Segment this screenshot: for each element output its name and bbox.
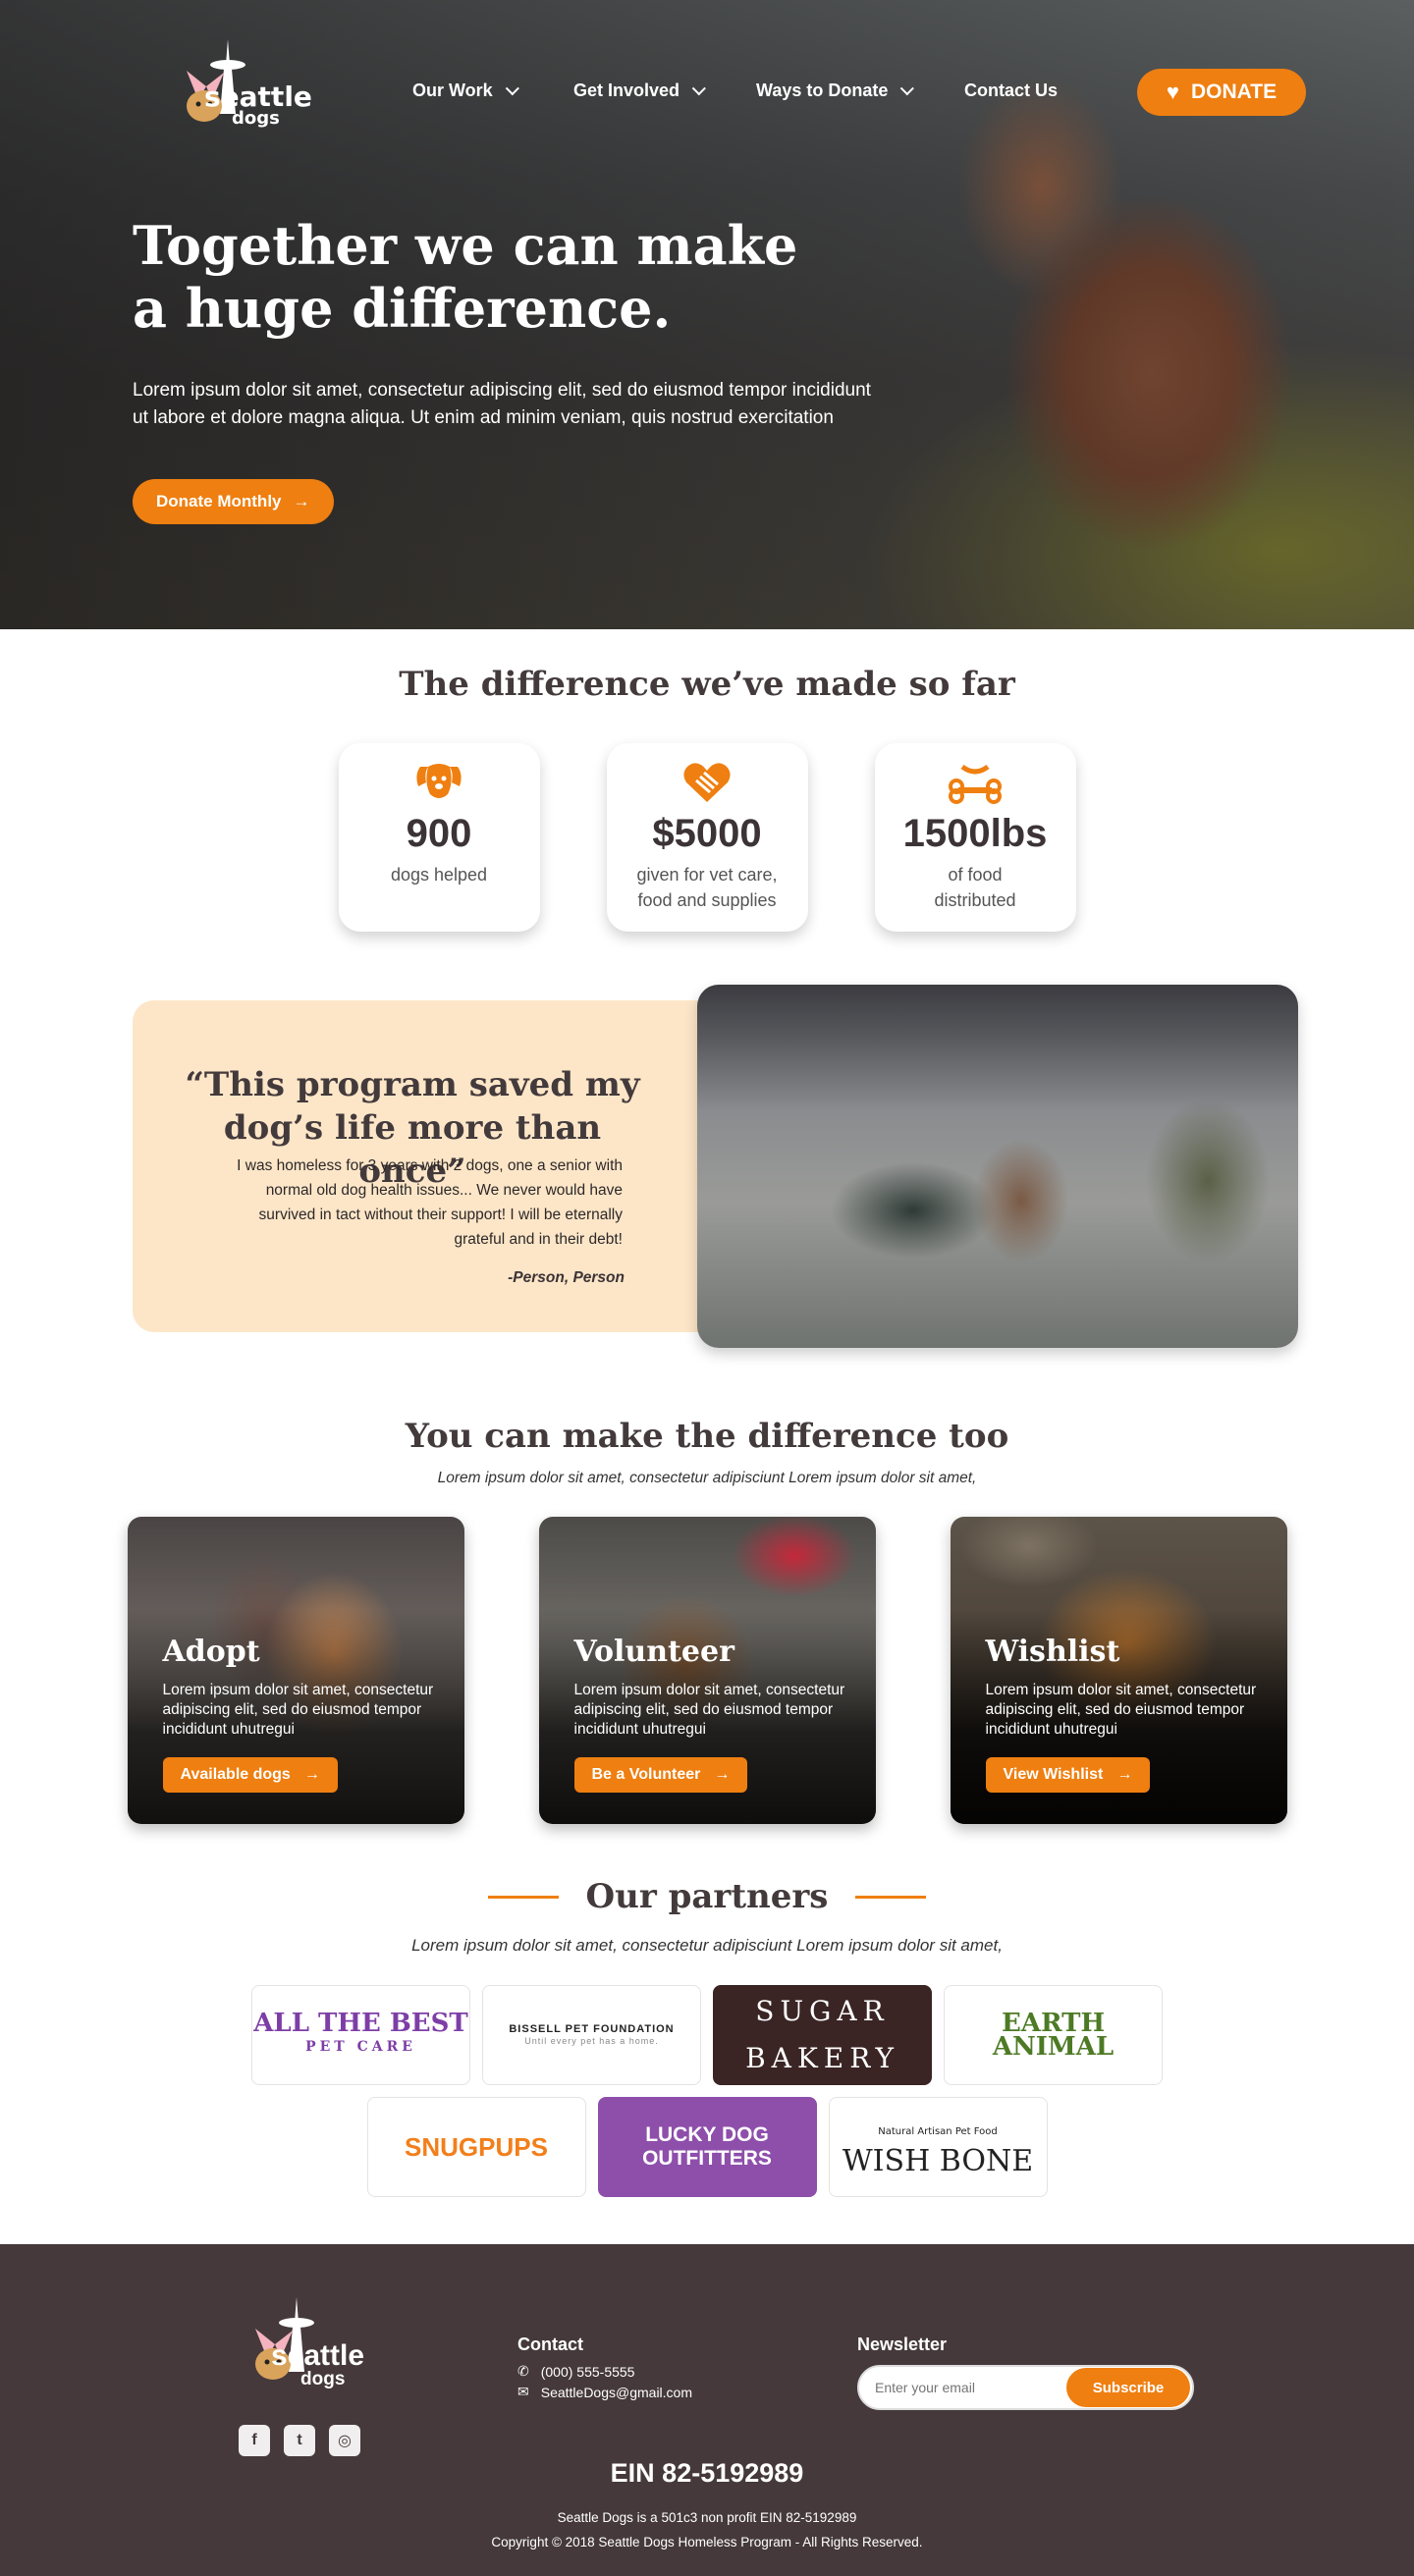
divider	[855, 1895, 927, 1899]
main-nav: seattle dogs Our Work Get Involved Ways t…	[0, 0, 1414, 187]
stat-value: 1500lbs	[902, 812, 1048, 855]
nav-contact-us[interactable]: Contact Us	[964, 80, 1058, 101]
arrow-right-icon: →	[303, 1766, 320, 1783]
contact-phone[interactable]: (000) 555-5555	[541, 2364, 635, 2380]
chevron-down-icon	[505, 80, 519, 95]
button-label: Be a Volunteer	[591, 1766, 701, 1783]
partner-all-the-best[interactable]: ALL THE BEST PET CARE	[251, 1985, 470, 2085]
stat-label: dogs helped	[390, 865, 488, 885]
partner-lucky-dog-outfitters[interactable]: LUCKY DOG OUTFITTERS	[597, 2097, 817, 2197]
hero-title: Together we can make a huge difference.	[133, 214, 879, 340]
logo[interactable]: seattle dogs	[167, 35, 312, 143]
footer-logo[interactable]: seattle dogs	[236, 2293, 373, 2401]
contact-email[interactable]: SeattleDogs@gmail.com	[541, 2385, 692, 2400]
testimonial-section: “This program saved my dog’s life more t…	[0, 985, 1414, 1368]
contact-title: Contact	[517, 2334, 583, 2354]
nav-our-work[interactable]: Our Work	[412, 80, 519, 101]
social-links: f t ◎	[239, 2425, 360, 2456]
volunteer-card: Volunteer Lorem ipsum dolor sit amet, co…	[538, 1517, 876, 1824]
help-section: You can make the difference too Lorem ip…	[0, 1417, 1414, 1824]
hero-content: Together we can make a huge difference. …	[133, 214, 879, 524]
be-a-volunteer-button[interactable]: Be a Volunteer →	[573, 1757, 748, 1793]
card-title: Volunteer	[573, 1635, 734, 1669]
stat-value: $5000	[652, 812, 762, 855]
card-text: Lorem ipsum dolor sit amet, consectetur …	[573, 1682, 845, 1738]
nav-ways-to-donate[interactable]: Ways to Donate	[756, 80, 915, 101]
footer-contact: Contact ✆ (000) 555-5555 ✉ SeattleDogs@gma…	[517, 2334, 692, 2400]
mail-icon: ✉	[517, 2384, 529, 2399]
twitter-icon[interactable]: t	[284, 2425, 315, 2456]
chevron-down-icon	[900, 80, 915, 95]
stat-card: $5000 given for vet care, food and suppl…	[606, 743, 808, 932]
dog-face-icon	[416, 764, 462, 798]
stat-value: 900	[406, 812, 472, 855]
partner-wish-bone[interactable]: Natural Artisan Pet Food WISH BONE	[828, 2097, 1048, 2197]
stat-label: given for vet care, food and supplies	[636, 865, 778, 910]
button-label: Available dogs	[180, 1766, 291, 1783]
testimonial-photo	[697, 985, 1298, 1348]
newsletter-title: Newsletter	[857, 2334, 948, 2354]
subscribe-button[interactable]: Subscribe	[1066, 2368, 1190, 2407]
arrow-right-icon: →	[714, 1766, 731, 1783]
footer-legal: Seattle Dogs is a 501c3 non profit EIN 8…	[0, 2505, 1414, 2554]
stat-card: 1500lbs of food distributed	[874, 743, 1076, 932]
nav-get-involved[interactable]: Get Involved	[573, 80, 706, 101]
stats-section: The difference we’ve made so far 900 dog…	[0, 665, 1414, 932]
copyright-text: Copyright © 2018 Seattle Dogs Homeless P…	[491, 2535, 923, 2549]
card-title: Wishlist	[985, 1635, 1120, 1669]
footer-newsletter: Newsletter Subscribe	[857, 2334, 1194, 2410]
donate-monthly-button[interactable]: Donate Monthly →	[133, 479, 334, 524]
bone-icon	[949, 764, 1002, 804]
help-title: You can make the difference too	[405, 1417, 1009, 1456]
stat-card: 900 dogs helped	[338, 743, 540, 932]
ein-number: EIN 82-5192989	[610, 2458, 804, 2488]
card-text: Lorem ipsum dolor sit amet, consectetur …	[985, 1682, 1257, 1738]
arrow-right-icon: →	[293, 492, 310, 510]
phone-icon: ✆	[517, 2363, 529, 2379]
hero-title-line1: Together we can make	[133, 214, 798, 277]
adopt-card: Adopt Lorem ipsum dolor sit amet, consec…	[127, 1517, 464, 1824]
stat-label: of food distributed	[934, 865, 1016, 910]
partners-title: Our partners	[585, 1877, 829, 1916]
partner-snugpups[interactable]: SNUGPUPS	[366, 2097, 586, 2197]
donate-label: DONATE	[1190, 80, 1278, 103]
stats-title: The difference we’ve made so far	[399, 665, 1015, 704]
heart-hands-icon	[683, 763, 731, 802]
arrow-right-icon: →	[1116, 1766, 1133, 1783]
card-text: Lorem ipsum dolor sit amet, consectetur …	[162, 1682, 434, 1738]
testimonial-body: I was homeless for 3 years with 2 dogs, …	[237, 1157, 623, 1248]
footer: seattle dogs f t ◎ Contact ✆ (000) 555-555…	[0, 2244, 1414, 2576]
partners-section: Our partners Lorem ipsum dolor sit amet,…	[0, 1877, 1414, 2197]
heart-icon: ♥	[1166, 80, 1179, 104]
nonprofit-text: Seattle Dogs is a 501c3 non profit EIN 8…	[557, 2510, 857, 2525]
partner-earth-animal[interactable]: EARTH ANIMAL	[944, 1985, 1163, 2085]
available-dogs-button[interactable]: Available dogs →	[162, 1757, 338, 1793]
wishlist-card: Wishlist Lorem ipsum dolor sit amet, con…	[950, 1517, 1287, 1824]
donate-button[interactable]: ♥ DONATE	[1137, 69, 1306, 116]
partner-bissell[interactable]: BISSELL PET FOUNDATION Until every pet ha…	[482, 1985, 701, 2085]
hero-section: seattle dogs Our Work Get Involved Ways t…	[0, 0, 1414, 629]
hero-title-line2: a huge difference.	[133, 277, 672, 340]
card-title: Adopt	[162, 1635, 260, 1669]
instagram-icon[interactable]: ◎	[329, 2425, 360, 2456]
help-subtitle: Lorem ipsum dolor sit amet, consectetur …	[437, 1470, 977, 1486]
testimonial-author: -Person, Person	[508, 1269, 625, 1286]
divider	[487, 1895, 559, 1899]
newsletter-form: Subscribe	[857, 2365, 1194, 2410]
view-wishlist-button[interactable]: View Wishlist →	[985, 1757, 1151, 1793]
donate-monthly-label: Donate Monthly	[156, 492, 282, 510]
button-label: View Wishlist	[1003, 1766, 1104, 1783]
partner-sugar-bakery[interactable]: SUGAR BAKERY	[713, 1985, 932, 2085]
chevron-down-icon	[691, 80, 706, 95]
hero-text: Lorem ipsum dolor sit amet, consectetur …	[133, 380, 871, 428]
partners-subtitle: Lorem ipsum dolor sit amet, consectetur …	[411, 1936, 1003, 1955]
facebook-icon[interactable]: f	[239, 2425, 270, 2456]
newsletter-email-input[interactable]	[875, 2380, 1066, 2395]
